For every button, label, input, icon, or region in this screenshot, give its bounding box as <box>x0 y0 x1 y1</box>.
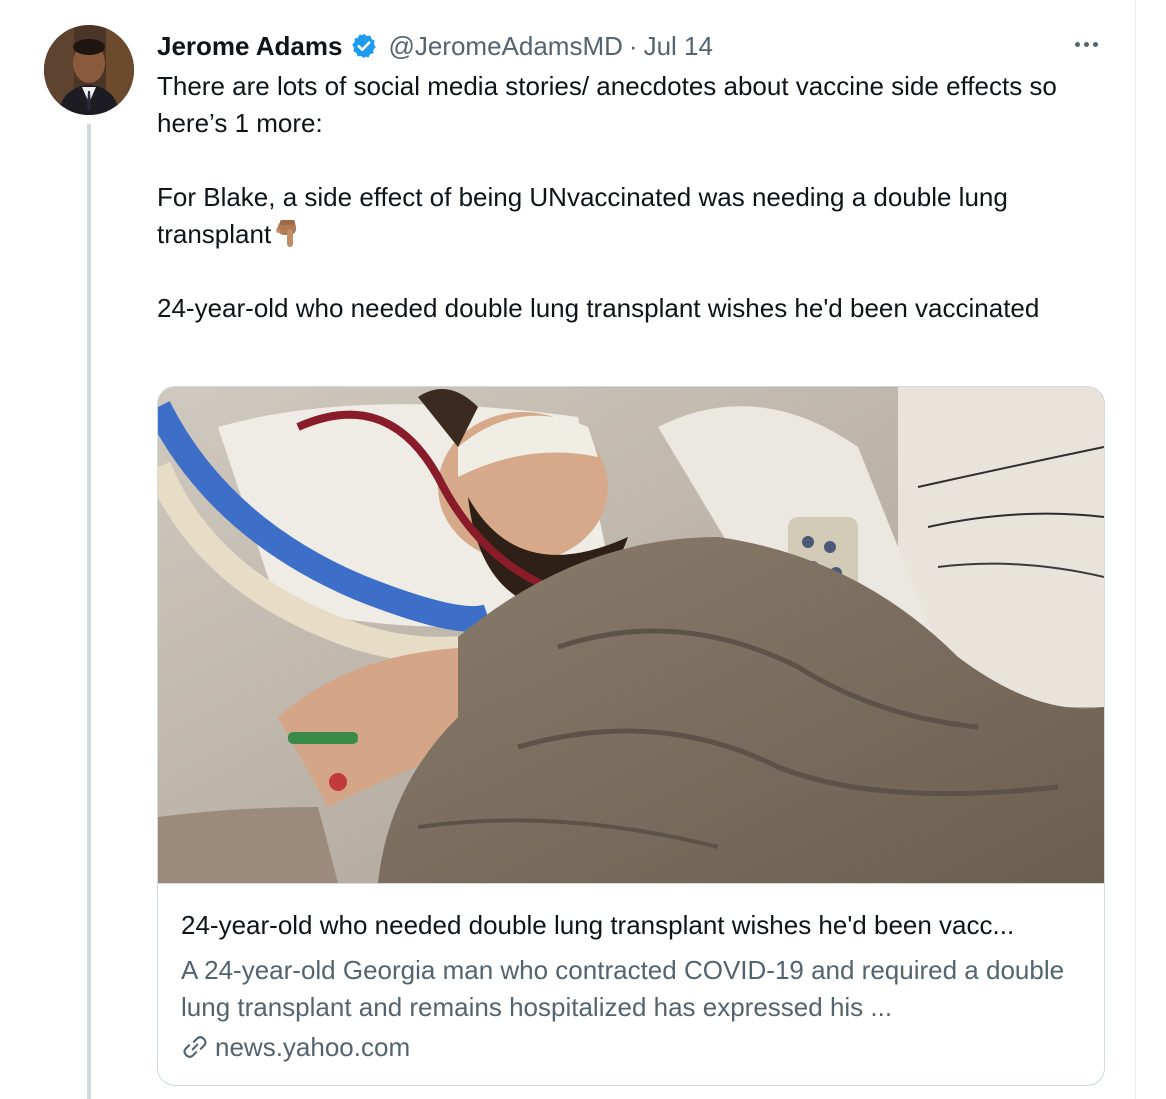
card-description: A 24-year-old Georgia man who contracted… <box>181 955 1065 1022</box>
author-handle[interactable]: @JeromeAdamsMD <box>388 31 622 62</box>
timeline-right-border <box>1135 0 1136 1099</box>
tweet-paragraph-1: There are lots of social media stories/ … <box>157 71 1057 138</box>
pointing-down-emoji-icon <box>274 219 300 249</box>
tweet-header: Jerome Adams @JeromeAdamsMD · Jul 14 <box>157 30 713 62</box>
link-preview-card[interactable]: 24-year-old who needed double lung trans… <box>157 386 1105 1086</box>
more-options-icon[interactable] <box>1066 32 1106 56</box>
avatar-image <box>44 25 134 115</box>
card-image[interactable] <box>158 387 1104 883</box>
tweet-text: There are lots of social media stories/ … <box>157 68 1107 327</box>
link-icon <box>183 1036 207 1058</box>
card-title[interactable]: 24-year-old who needed double lung trans… <box>181 909 1081 941</box>
card-domain-text: news.yahoo.com <box>215 1031 411 1062</box>
thread-line <box>87 124 91 1099</box>
hospital-patient-photo <box>158 387 1104 883</box>
author-name[interactable]: Jerome Adams <box>157 31 342 62</box>
card-domain[interactable]: news.yahoo.com <box>181 1031 410 1063</box>
header-separator: · <box>628 30 638 61</box>
tweet-date[interactable]: Jul 14 <box>644 31 713 62</box>
author-avatar[interactable] <box>44 25 134 115</box>
tweet-paragraph-2: For Blake, a side effect of being UNvacc… <box>157 179 1107 253</box>
card-divider <box>158 883 1104 884</box>
tweet-paragraph-3: 24-year-old who needed double lung trans… <box>157 293 1040 323</box>
verified-badge-icon <box>350 32 378 60</box>
